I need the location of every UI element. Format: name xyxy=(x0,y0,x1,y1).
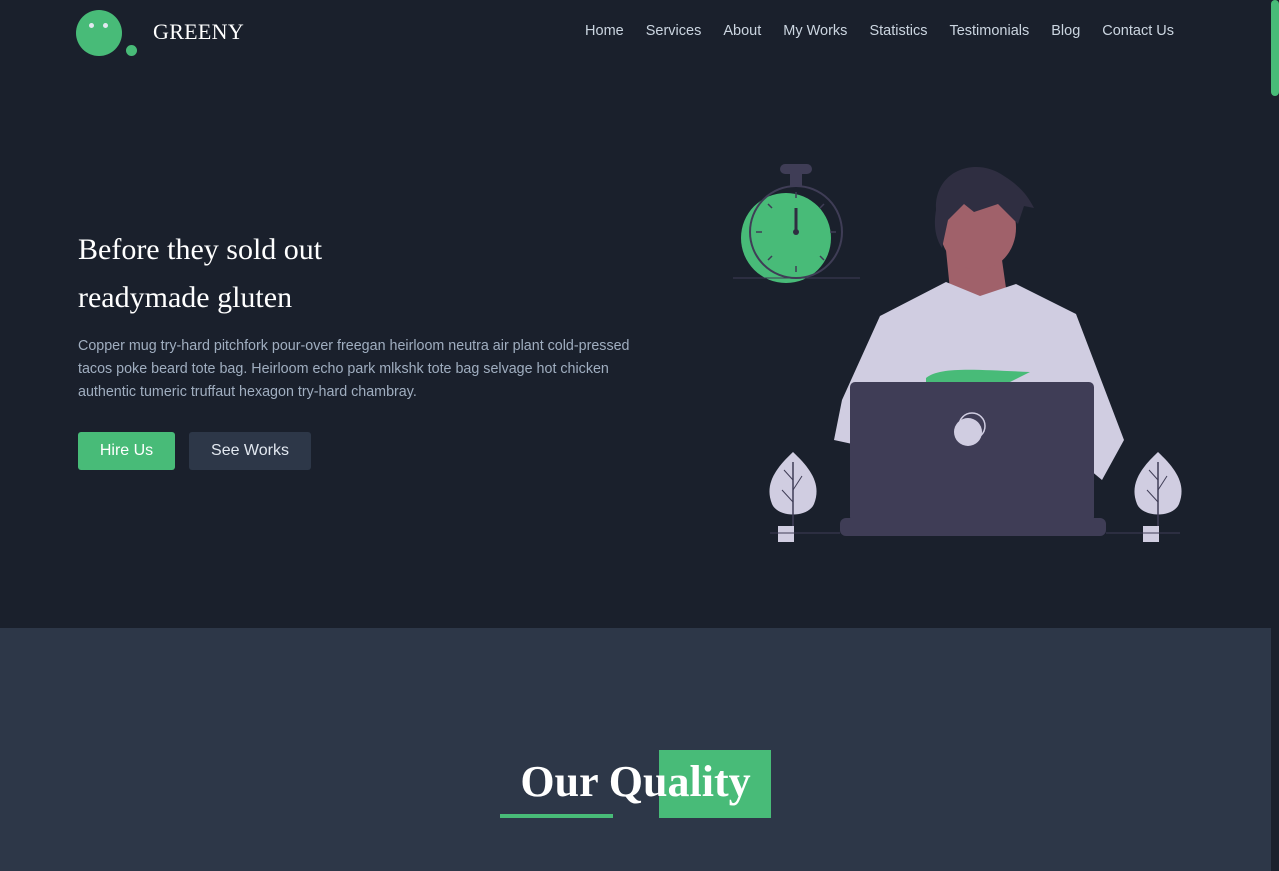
nav-item-statistics[interactable]: Statistics xyxy=(869,23,927,39)
scrollbar[interactable] xyxy=(1271,0,1279,871)
hero-headline: Before they sold out readymade gluten xyxy=(78,226,598,322)
hero-headline-line1: Before they sold out xyxy=(78,233,323,266)
nav-item-blog[interactable]: Blog xyxy=(1051,23,1080,39)
stopwatch-icon xyxy=(733,164,860,283)
hire-us-button[interactable]: Hire Us xyxy=(78,432,175,470)
quality-underline xyxy=(500,814,613,818)
logo-eye-right xyxy=(103,23,108,28)
nav-item-testimonials[interactable]: Testimonials xyxy=(949,23,1029,39)
hero-description: Copper mug try-hard pitchfork pour-over … xyxy=(78,338,630,400)
logo-eye-left xyxy=(89,23,94,28)
nav-item-about[interactable]: About xyxy=(723,23,761,39)
logo-dot xyxy=(126,45,137,56)
hero-section: GREENY Home Services About My Works Stat… xyxy=(0,0,1271,628)
laptop-icon xyxy=(840,382,1106,536)
see-works-button[interactable]: See Works xyxy=(189,432,311,470)
brand-name[interactable]: GREENY xyxy=(153,19,244,45)
quality-title: Our Quality xyxy=(520,757,751,806)
hero-illustration xyxy=(733,164,1182,542)
quality-section: Our Quality xyxy=(0,628,1271,871)
hero-headline-line2: readymade gluten xyxy=(78,281,293,314)
nav-item-contact-us[interactable]: Contact Us xyxy=(1102,23,1174,39)
main-nav: Home Services About My Works Statistics … xyxy=(563,23,1174,39)
logo-icon[interactable] xyxy=(76,10,138,58)
nav-item-services[interactable]: Services xyxy=(646,23,702,39)
nav-item-home[interactable]: Home xyxy=(585,23,624,39)
nav-item-my-works[interactable]: My Works xyxy=(783,23,847,39)
plant-left-icon xyxy=(769,452,840,542)
plant-right-icon xyxy=(1106,452,1182,542)
scrollbar-thumb[interactable] xyxy=(1271,0,1279,96)
logo-face xyxy=(76,10,122,56)
